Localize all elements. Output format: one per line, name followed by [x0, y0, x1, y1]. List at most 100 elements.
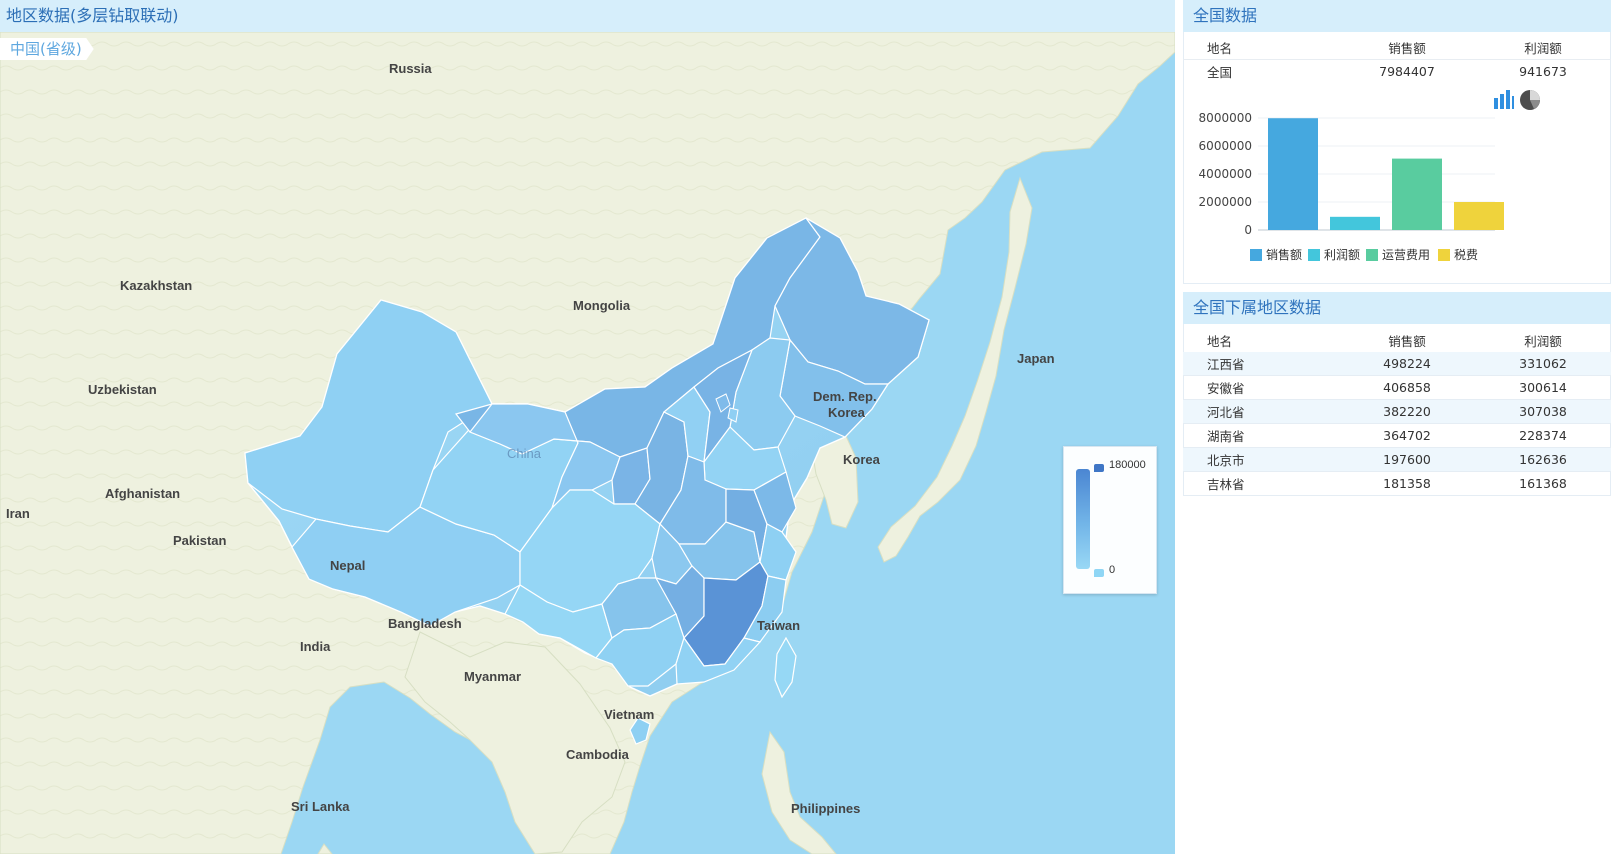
row-sales: 181358	[1339, 471, 1475, 496]
label-pakistan: Pakistan	[173, 533, 227, 548]
national-sales: 7984407	[1379, 64, 1435, 79]
label-sri-lanka: Sri Lanka	[291, 799, 350, 814]
subregion-col-sales: 销售额	[1388, 334, 1426, 349]
national-header-row: 地名 销售额 利润额	[1183, 36, 1611, 60]
label-india: India	[300, 639, 331, 654]
label-philippines: Philippines	[791, 801, 860, 816]
legend-max-label: 180000	[1109, 459, 1146, 471]
map-svg[interactable]: Russia Kazakhstan Mongolia Uzbekistan Ch…	[0, 32, 1175, 854]
subregion-header-row: 地名 销售额 利润额	[1183, 329, 1611, 352]
y-tick-label: 8000000	[1199, 111, 1252, 125]
row-profit: 331062	[1475, 352, 1611, 376]
y-tick-label: 0	[1244, 223, 1252, 237]
map-legend: 180000 0	[1063, 446, 1157, 594]
row-sales: 498224	[1339, 352, 1475, 376]
national-data-title: 全国数据	[1183, 0, 1611, 32]
label-uzbekistan: Uzbekistan	[88, 382, 157, 397]
label-korea-north: Korea	[828, 405, 866, 420]
subregion-col-profit: 利润额	[1524, 334, 1562, 349]
region-map-panel: 地区数据(多层钻取联动) 中国(省级) Russia Kazakhstan Mo…	[0, 0, 1175, 854]
national-place: 全国	[1207, 65, 1233, 80]
row-sales: 382220	[1339, 399, 1475, 424]
label-russia: Russia	[389, 61, 432, 76]
dashboard: 地区数据(多层钻取联动) 中国(省级) Russia Kazakhstan Mo…	[0, 0, 1611, 854]
legend-label[interactable]: 运营费用	[1382, 248, 1430, 262]
y-tick-label: 2000000	[1199, 195, 1252, 209]
bar-税费[interactable]	[1454, 202, 1504, 230]
subregion-col-name: 地名	[1207, 334, 1233, 349]
chart-yticks: 8000000 6000000 4000000 2000000 0	[1199, 111, 1252, 237]
pie-chart-icon[interactable]	[1518, 88, 1542, 112]
label-taiwan: Taiwan	[757, 618, 800, 633]
row-place: 江西省	[1183, 352, 1339, 376]
y-tick-label: 6000000	[1199, 139, 1252, 153]
row-place: 河北省	[1183, 399, 1339, 424]
national-profit: 941673	[1519, 64, 1567, 79]
row-sales: 406858	[1339, 375, 1475, 400]
label-mongolia: Mongolia	[573, 298, 631, 313]
data-panel: 全国数据 地名 销售额 利润额 全国 7984407 941673 800000…	[1183, 0, 1611, 854]
legend-swatch[interactable]	[1250, 249, 1262, 261]
label-dem-rep: Dem. Rep.	[813, 389, 877, 404]
national-table: 地名 销售额 利润额 全国 7984407 941673	[1183, 36, 1611, 83]
bar-chart-icon[interactable]	[1492, 88, 1516, 112]
table-row[interactable]: 安徽省 406858 300614	[1183, 375, 1611, 400]
legend-min-handle[interactable]	[1094, 569, 1104, 577]
label-korea-south: Korea	[843, 452, 881, 467]
row-sales: 197600	[1339, 447, 1475, 472]
table-row[interactable]: 河北省 382220 307038	[1183, 399, 1611, 424]
national-row: 全国 7984407 941673	[1183, 60, 1611, 84]
bar-销售额[interactable]	[1268, 118, 1318, 230]
map-panel-title: 地区数据(多层钻取联动)	[0, 0, 1175, 32]
bar-运营费用[interactable]	[1392, 158, 1442, 230]
legend-label[interactable]: 销售额	[1266, 247, 1302, 262]
label-myanmar: Myanmar	[464, 669, 521, 684]
y-tick-label: 4000000	[1199, 167, 1252, 181]
legend-swatch[interactable]	[1308, 249, 1320, 261]
label-afghanistan: Afghanistan	[105, 486, 180, 501]
subregion-table-wrap: 地名 销售额 利润额 江西省 498224 331062 安徽省 406858 …	[1183, 329, 1611, 496]
chart-legend: 销售额 利润额 运营费用 税费	[1250, 247, 1478, 262]
label-vietnam: Vietnam	[604, 707, 654, 722]
row-place: 安徽省	[1183, 375, 1339, 400]
row-profit: 307038	[1475, 399, 1611, 424]
national-col-profit: 利润额	[1475, 36, 1611, 60]
bar-利润额[interactable]	[1330, 216, 1380, 230]
breadcrumb[interactable]: 中国(省级)	[0, 38, 94, 60]
table-row[interactable]: 吉林省 181358 161368	[1183, 471, 1611, 496]
subregion-data-title: 全国下属地区数据	[1183, 292, 1611, 324]
row-sales: 364702	[1339, 423, 1475, 448]
row-profit: 300614	[1475, 375, 1611, 400]
label-china: China	[507, 446, 542, 461]
label-nepal: Nepal	[330, 558, 365, 573]
legend-label[interactable]: 利润额	[1324, 248, 1360, 262]
national-table-wrap: 地名 销售额 利润额 全国 7984407 941673	[1183, 36, 1611, 83]
row-place: 湖南省	[1183, 423, 1339, 448]
table-row[interactable]: 江西省 498224 331062	[1183, 352, 1611, 376]
label-kazakhstan: Kazakhstan	[120, 278, 192, 293]
row-profit: 162636	[1475, 447, 1611, 472]
legend-min-label: 0	[1109, 564, 1116, 576]
table-row[interactable]: 北京市 197600 162636	[1183, 447, 1611, 472]
subregion-table: 地名 销售额 利润额 江西省 498224 331062 安徽省 406858 …	[1183, 329, 1611, 496]
panel-divider	[1175, 0, 1183, 854]
row-place: 吉林省	[1183, 471, 1339, 496]
chart-toggle-toolbar	[1492, 88, 1542, 112]
national-col-name: 地名	[1183, 36, 1339, 60]
table-row[interactable]: 湖南省 364702 228374	[1183, 423, 1611, 448]
national-bar-chart[interactable]: 8000000 6000000 4000000 2000000 0 销售额 利润额 运营费用…	[1183, 111, 1611, 282]
legend-max-handle[interactable]	[1094, 464, 1104, 472]
map-canvas[interactable]: Russia Kazakhstan Mongolia Uzbekistan Ch…	[0, 32, 1175, 854]
label-cambodia: Cambodia	[566, 747, 630, 762]
row-profit: 161368	[1475, 471, 1611, 496]
legend-gradient-bar	[1076, 469, 1090, 569]
label-japan: Japan	[1017, 351, 1055, 366]
row-profit: 228374	[1475, 423, 1611, 448]
national-col-sales: 销售额	[1339, 36, 1475, 60]
legend-swatch[interactable]	[1366, 249, 1378, 261]
label-iran: Iran	[6, 506, 30, 521]
row-place: 北京市	[1183, 447, 1339, 472]
legend-label[interactable]: 税费	[1454, 248, 1478, 262]
legend-swatch[interactable]	[1438, 249, 1450, 261]
label-bangladesh: Bangladesh	[388, 616, 462, 631]
